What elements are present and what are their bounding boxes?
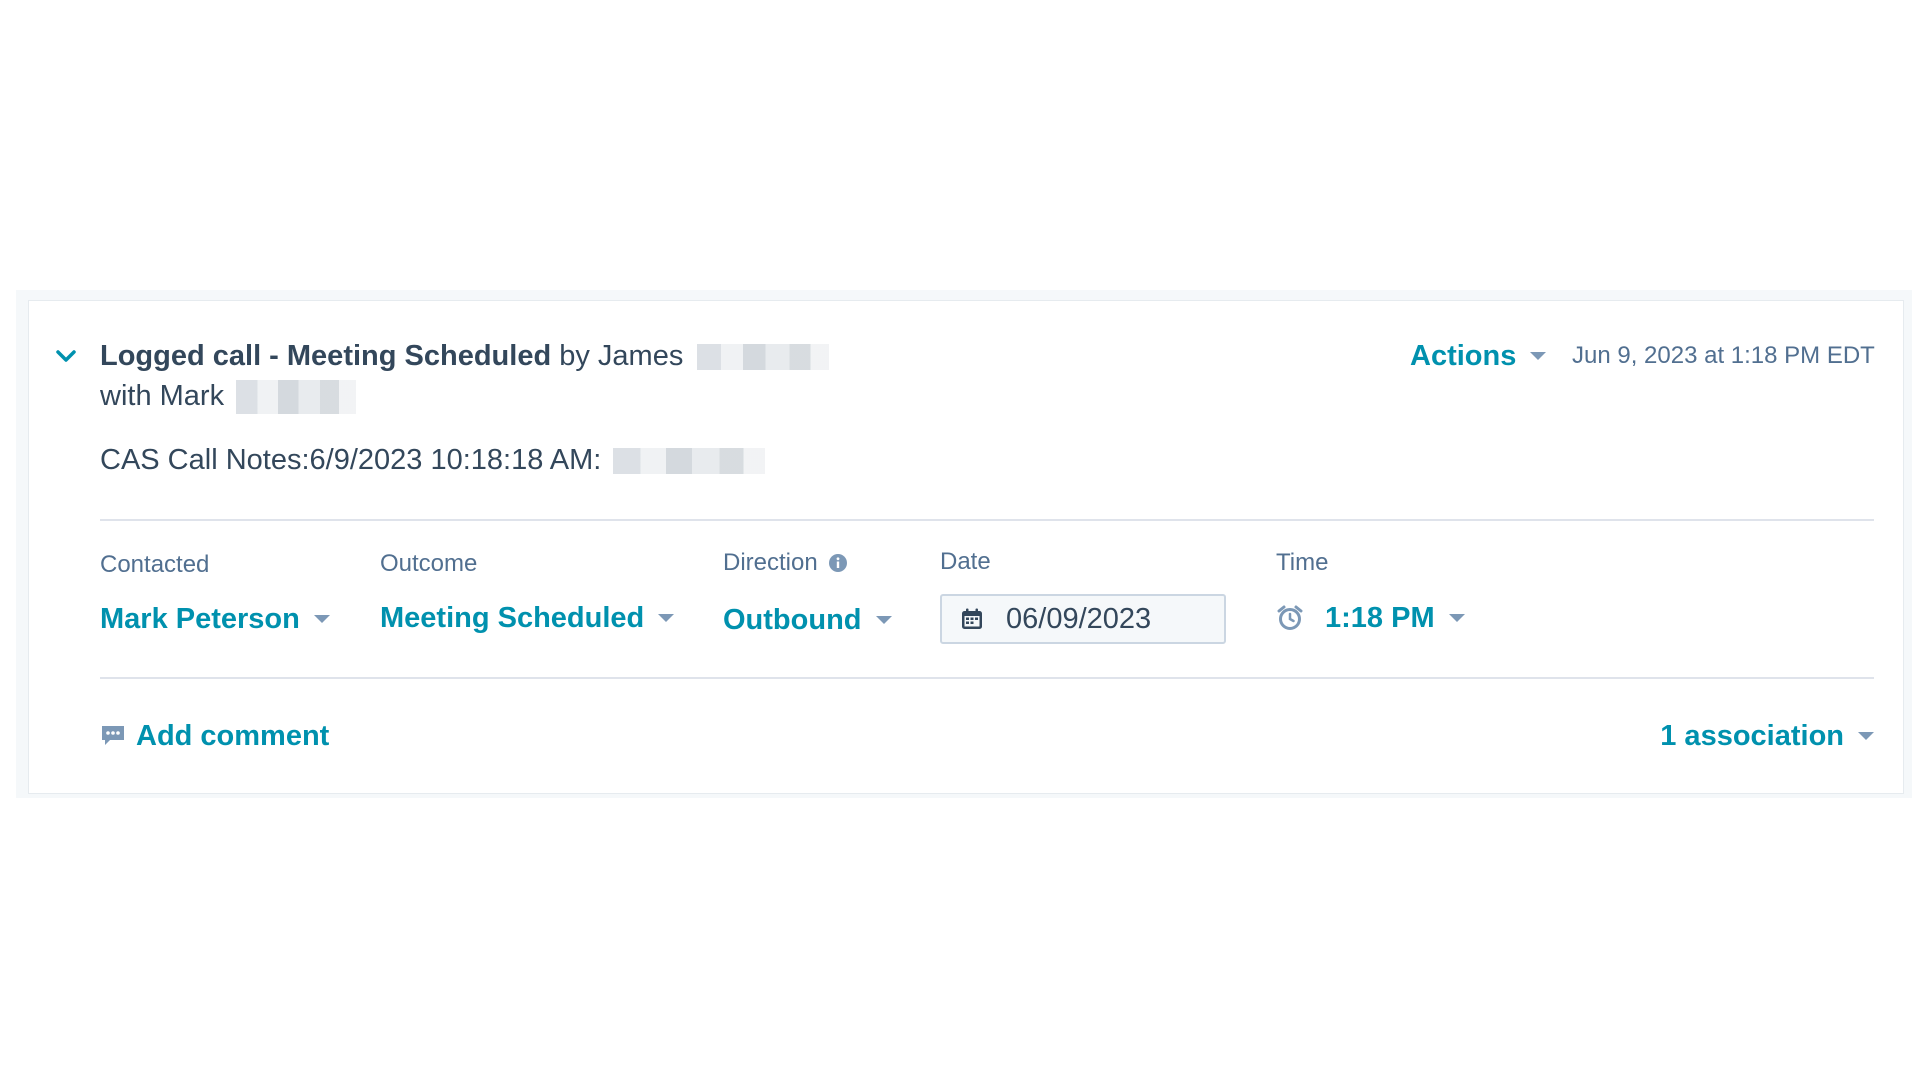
actions-dropdown[interactable]: Actions bbox=[1410, 336, 1547, 376]
redacted-contact-surname bbox=[236, 380, 357, 415]
actions-label: Actions bbox=[1410, 340, 1517, 372]
caret-down-icon bbox=[1530, 352, 1547, 360]
outcome-label: Outcome bbox=[380, 548, 477, 580]
activity-author: by James bbox=[559, 340, 684, 372]
date-label: Date bbox=[940, 546, 991, 578]
redacted-notes bbox=[613, 448, 766, 475]
time-label-text: Time bbox=[1276, 549, 1329, 576]
chevron-down-icon bbox=[56, 350, 76, 362]
activity-title: Logged call - Meeting Scheduled by James bbox=[100, 336, 830, 376]
divider-bottom bbox=[100, 677, 1874, 679]
add-comment-button[interactable]: Add comment bbox=[100, 716, 329, 756]
activity-timestamp: Jun 9, 2023 at 1:18 PM EDT bbox=[1572, 342, 1875, 369]
time-value: 1:18 PM bbox=[1325, 602, 1435, 634]
time-dropdown[interactable]: 1:18 PM bbox=[1325, 598, 1465, 638]
caret-down-icon bbox=[1448, 614, 1465, 622]
info-icon[interactable] bbox=[828, 553, 848, 573]
contacted-value: Mark Peterson bbox=[100, 603, 300, 635]
caret-down-icon bbox=[658, 614, 675, 622]
outcome-label-text: Outcome bbox=[380, 550, 478, 577]
activity-title-bold: Logged call - Meeting Scheduled bbox=[100, 340, 552, 372]
redacted-author-surname bbox=[697, 344, 830, 371]
direction-label: Direction bbox=[723, 547, 848, 579]
date-input[interactable]: 06/09/2023 bbox=[940, 594, 1226, 644]
associations-label: 1 association bbox=[1660, 720, 1844, 752]
calendar-icon bbox=[962, 608, 982, 629]
outcome-dropdown[interactable]: Meeting Scheduled bbox=[380, 598, 675, 638]
collapse-toggle[interactable] bbox=[52, 344, 80, 368]
call-notes-text: CAS Call Notes:6/9/2023 10:18:18 AM: bbox=[100, 444, 602, 476]
direction-label-text: Direction bbox=[723, 549, 818, 576]
time-label: Time bbox=[1276, 547, 1328, 579]
contacted-dropdown[interactable]: Mark Peterson bbox=[100, 599, 330, 639]
caret-down-icon bbox=[875, 616, 892, 624]
contacted-label-text: Contacted bbox=[100, 551, 210, 578]
caret-down-icon bbox=[313, 615, 330, 623]
outcome-value: Meeting Scheduled bbox=[380, 602, 645, 634]
divider-top bbox=[100, 519, 1874, 521]
associations-dropdown[interactable]: 1 association bbox=[1660, 716, 1874, 756]
date-value: 06/09/2023 bbox=[1006, 602, 1152, 635]
contacted-label: Contacted bbox=[100, 549, 209, 581]
caret-down-icon bbox=[1858, 732, 1874, 740]
activity-contact: with Mark bbox=[100, 380, 225, 412]
activity-subtitle: with Mark bbox=[100, 376, 357, 416]
call-notes: CAS Call Notes:6/9/2023 10:18:18 AM: bbox=[100, 440, 766, 480]
direction-value: Outbound bbox=[723, 604, 862, 636]
alarm-clock-icon bbox=[1277, 605, 1303, 630]
comment-icon bbox=[102, 726, 124, 745]
date-label-text: Date bbox=[940, 548, 991, 575]
direction-dropdown[interactable]: Outbound bbox=[723, 600, 892, 640]
add-comment-label: Add comment bbox=[136, 720, 330, 752]
